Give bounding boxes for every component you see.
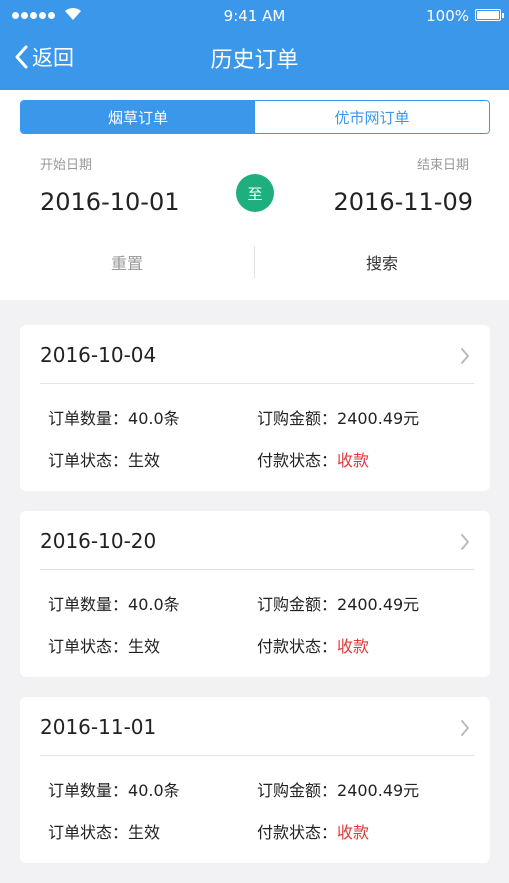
- card-divider: [40, 569, 474, 570]
- start-date-label: 开始日期: [40, 158, 93, 173]
- chevron-left-icon: [15, 45, 28, 69]
- order-status: 订单状态：生效: [48, 819, 160, 843]
- order-date: 2016-10-20: [40, 529, 157, 553]
- filter-panel: 烟草订单 优市网订单 开始日期 结束日期 2016-10-01 至 2016-1…: [0, 90, 509, 300]
- chevron-right-icon: [461, 534, 469, 550]
- order-quantity-label: 订单数量：: [48, 409, 129, 428]
- status-bar: 9:41 AM 100%: [0, 0, 509, 32]
- payment-status-value: 收款: [337, 451, 370, 470]
- order-quantity: 订单数量：40.0条: [48, 591, 180, 615]
- payment-status-label: 付款状态：: [257, 823, 338, 842]
- order-quantity-value: 40.0条: [128, 409, 180, 428]
- card-divider: [40, 755, 474, 756]
- battery-icon: [475, 9, 501, 21]
- start-date-picker[interactable]: 2016-10-01: [40, 188, 179, 216]
- order-date: 2016-11-01: [40, 715, 157, 739]
- order-amount: 订购金额：2400.49元: [257, 777, 419, 801]
- filter-actions: 重置 搜索: [0, 242, 509, 282]
- chevron-right-icon: [461, 348, 469, 364]
- nav-bar: 返回 历史订单: [0, 32, 509, 82]
- order-quantity-label: 订单数量：: [48, 595, 129, 614]
- to-badge: 至: [236, 174, 274, 212]
- app-header: 9:41 AM 100% 返回 历史订单: [0, 0, 509, 90]
- payment-status-value: 收款: [337, 637, 370, 656]
- order-amount-value: 2400.49元: [337, 781, 420, 800]
- order-status-value: 生效: [128, 637, 161, 656]
- battery-fill: [477, 11, 499, 19]
- payment-status: 付款状态：收款: [257, 633, 369, 657]
- order-card[interactable]: 2016-10-20 订单数量：40.0条 订购金额：2400.49元 订单状态…: [20, 511, 490, 677]
- end-date-label: 结束日期: [416, 158, 469, 173]
- order-type-segmented-control: 烟草订单 优市网订单: [20, 100, 490, 134]
- order-status-label: 订单状态：: [48, 451, 129, 470]
- end-date-picker[interactable]: 2016-11-09: [334, 188, 473, 216]
- order-quantity-label: 订单数量：: [48, 781, 129, 800]
- order-status-label: 订单状态：: [48, 823, 129, 842]
- battery-tip: [502, 13, 504, 18]
- order-quantity: 订单数量：40.0条: [48, 405, 180, 429]
- card-divider: [40, 383, 474, 384]
- order-card[interactable]: 2016-10-04 订单数量：40.0条 订购金额：2400.49元 订单状态…: [20, 325, 490, 491]
- order-card[interactable]: 2016-11-01 订单数量：40.0条 订购金额：2400.49元 订单状态…: [20, 697, 490, 863]
- order-date: 2016-10-04: [40, 343, 157, 367]
- order-amount: 订购金额：2400.49元: [257, 591, 419, 615]
- back-button[interactable]: 返回: [14, 42, 74, 72]
- order-status-label: 订单状态：: [48, 637, 129, 656]
- payment-status-value: 收款: [337, 823, 370, 842]
- order-amount-label: 订购金额：: [257, 595, 338, 614]
- payment-status-label: 付款状态：: [257, 451, 338, 470]
- order-amount-label: 订购金额：: [257, 781, 338, 800]
- page-title: 历史订单: [210, 48, 299, 73]
- order-amount: 订购金额：2400.49元: [257, 405, 419, 429]
- order-status: 订单状态：生效: [48, 447, 160, 471]
- order-status-value: 生效: [128, 823, 161, 842]
- chevron-right-icon: [461, 720, 469, 736]
- payment-status: 付款状态：收款: [257, 447, 369, 471]
- tab-youshi-orders[interactable]: 优市网订单: [255, 101, 489, 133]
- order-amount-value: 2400.49元: [337, 409, 420, 428]
- payment-status-label: 付款状态：: [257, 637, 338, 656]
- order-status: 订单状态：生效: [48, 633, 160, 657]
- order-amount-label: 订购金额：: [257, 409, 338, 428]
- order-amount-value: 2400.49元: [337, 595, 420, 614]
- search-button[interactable]: 搜索: [255, 242, 509, 282]
- back-label: 返回: [32, 46, 74, 70]
- order-quantity: 订单数量：40.0条: [48, 777, 180, 801]
- reset-button[interactable]: 重置: [0, 242, 254, 282]
- order-list: 2016-10-04 订单数量：40.0条 订购金额：2400.49元 订单状态…: [20, 325, 490, 883]
- payment-status: 付款状态：收款: [257, 819, 369, 843]
- tab-tobacco-orders[interactable]: 烟草订单: [21, 101, 255, 133]
- order-quantity-value: 40.0条: [128, 781, 180, 800]
- order-quantity-value: 40.0条: [128, 595, 180, 614]
- order-status-value: 生效: [128, 451, 161, 470]
- battery-percent: 100%: [426, 7, 469, 25]
